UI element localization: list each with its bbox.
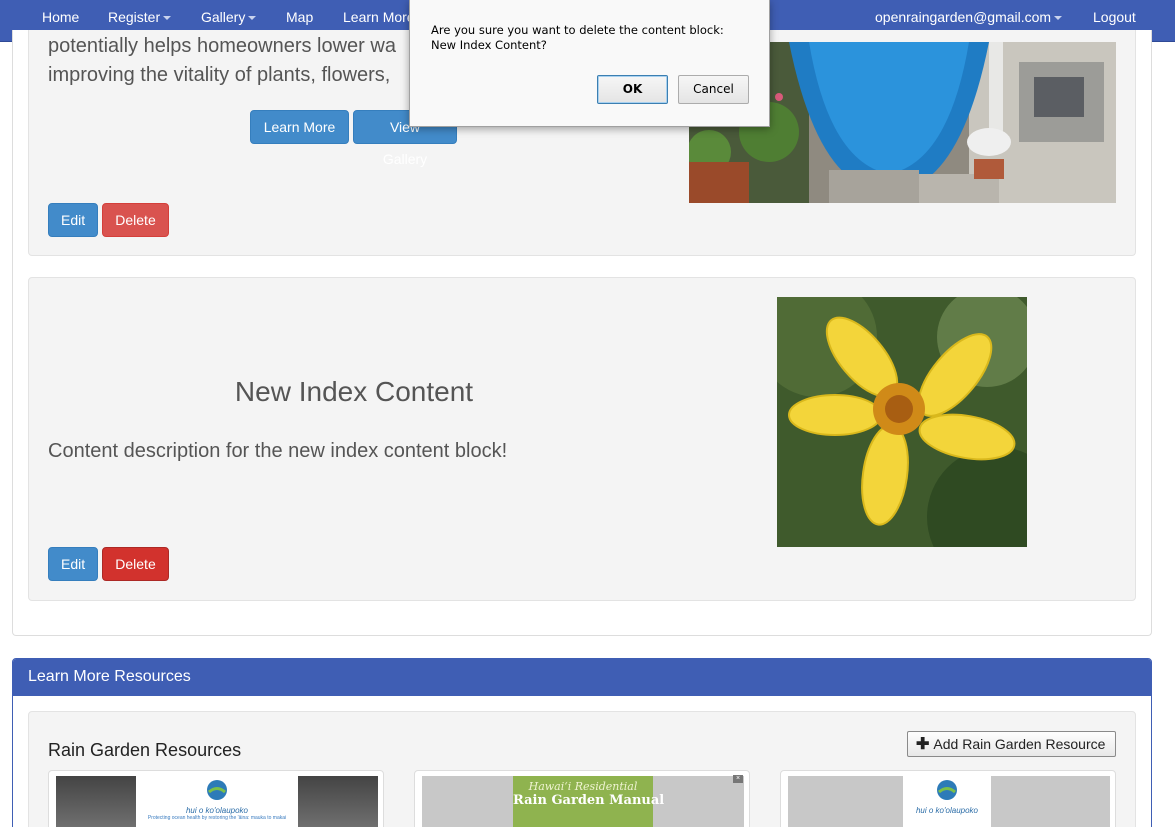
delete-confirm-dialog: Are you sure you want to delete the cont… — [409, 0, 770, 127]
card-1-thumb-left — [56, 776, 136, 827]
dialog-cancel-button[interactable]: Cancel — [678, 75, 749, 104]
card-1-tagline: Protecting ocean health by restoring the… — [147, 815, 287, 821]
rain-garden-resources-title: Rain Garden Resources — [48, 740, 242, 760]
learn-more-button[interactable]: Learn More — [250, 110, 349, 144]
block2-delete-button[interactable]: Delete — [102, 547, 169, 581]
card-2-title-line1: Hawaiʻi Residential — [528, 780, 638, 793]
caret-down-icon — [248, 16, 257, 21]
nav-register-label: Register — [108, 9, 161, 25]
card-2-title-line2: Rain Garden Manual — [513, 793, 665, 808]
dialog-ok-button[interactable]: OK — [597, 75, 668, 104]
card-3-logo-text: hui o ko'olaupoko — [915, 806, 979, 815]
caret-down-icon — [163, 16, 172, 21]
plus-icon: ✚ — [916, 736, 930, 753]
nav-gallery-label: Gallery — [201, 9, 246, 25]
dialog-message: Are you sure you want to delete the cont… — [431, 23, 724, 53]
card-3-logo-area: hui o ko'olaupoko — [903, 776, 991, 827]
block1-delete-button[interactable]: Delete — [102, 203, 169, 237]
add-resource-label: Add Rain Garden Resource — [933, 736, 1106, 752]
caret-down-icon — [1054, 16, 1063, 21]
resource-card-2[interactable]: Hawaiʻi Residential Rain Garden Manual × — [414, 770, 750, 827]
content-block-1-text-line1: potentially helps homeowners lower wa — [48, 35, 396, 57]
card-1-logo-area: hui o ko'olaupoko Protecting ocean healt… — [136, 776, 298, 827]
block2-edit-button[interactable]: Edit — [48, 547, 98, 581]
card-2-manual-cover: Hawaiʻi Residential Rain Garden Manual — [513, 776, 665, 827]
add-rain-garden-resource-button[interactable]: ✚ Add Rain Garden Resource — [907, 731, 1116, 757]
hui-logo-icon — [207, 780, 227, 800]
yellow-flower-image — [777, 297, 1027, 547]
card-1-thumb-right — [298, 776, 378, 827]
resource-card-1[interactable]: hui o ko'olaupoko Protecting ocean healt… — [48, 770, 384, 827]
resources-panel-heading: Learn More Resources — [13, 659, 1151, 696]
close-icon[interactable]: × — [733, 775, 743, 783]
content-block-1-text-line2: improving the vitality of plants, flower… — [48, 64, 391, 86]
card-1-logo-text: hui o ko'olaupoko — [185, 806, 249, 815]
block1-edit-button[interactable]: Edit — [48, 203, 98, 237]
content-block-2-title: New Index Content — [234, 376, 474, 407]
nav-user-email: openraingarden@gmail.com — [875, 9, 1052, 25]
dialog-message-line2: New Index Content? — [431, 38, 547, 52]
content-block-2-description: Content description for the new index co… — [48, 440, 508, 462]
resource-card-3[interactable]: hui o ko'olaupoko — [780, 770, 1116, 827]
hui-logo-icon — [937, 780, 957, 800]
dialog-message-line1: Are you sure you want to delete the cont… — [431, 23, 724, 37]
